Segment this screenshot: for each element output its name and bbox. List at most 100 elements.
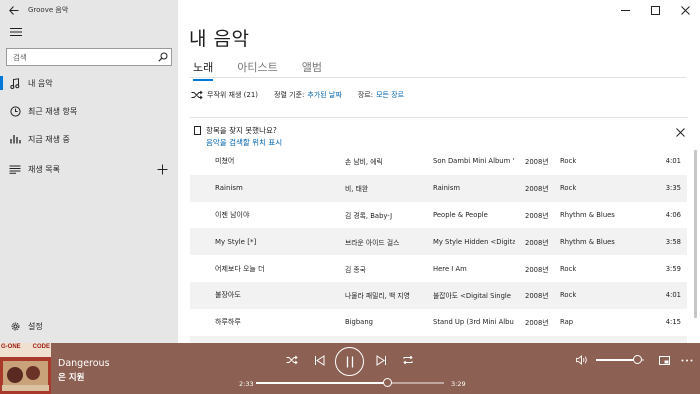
song-row[interactable]: 어제보다 오늘 더 김 종국 Here I Am 2008년 Rock 3:59 (190, 255, 687, 282)
maximize-button[interactable] (640, 0, 670, 20)
next-button[interactable] (371, 351, 391, 369)
hamburger-menu-button[interactable] (9, 26, 23, 38)
song-row[interactable]: 불장아도 나물라 패밀리, 백 지영 불잡아도 <Digital Single 200… (190, 281, 687, 309)
song-artist: 손 남비, 에릭 (345, 158, 383, 167)
song-genre: Rock (560, 264, 577, 273)
search-placeholder: 검색 (13, 52, 27, 62)
window-controls (610, 0, 700, 20)
maximize-icon (650, 5, 660, 15)
song-duration: 4:01 (665, 157, 681, 166)
sidebar-item-now-playing[interactable]: 지금 재생 중 (0, 126, 178, 152)
now-playing-title[interactable]: Dangerous (58, 358, 110, 369)
volume-button[interactable] (572, 351, 592, 369)
genre-dropdown[interactable]: 모든 장르 (376, 90, 404, 100)
notice-close-button[interactable] (676, 128, 688, 140)
song-row[interactable]: 이젠 남이야 김 경록, Baby-J People & People 2008년 Rh… (190, 202, 687, 229)
song-row[interactable]: 하루하루 Bigbang Stand Up (3rd Mini Albu 2008년 R… (190, 309, 687, 336)
sidebar-item-playlists[interactable]: 재생 목록 (0, 156, 178, 182)
list-icon (7, 165, 23, 174)
previous-button[interactable] (309, 351, 329, 369)
volume-slider[interactable] (596, 355, 644, 364)
minimize-icon (620, 9, 630, 11)
song-artist: 나물라 패밀리, 백 지영 (345, 292, 410, 301)
song-row[interactable]: 미쳤어 손 남비, 에릭 Son Dambi Mini Album ' 2008년 Ro… (190, 148, 687, 175)
scrollbar[interactable] (694, 150, 697, 318)
pause-icon (346, 356, 353, 367)
song-title: 미쳤어 (215, 157, 235, 166)
song-genre: Rhythm & Blues (560, 237, 615, 246)
song-artist: 비, 태완 (345, 185, 369, 194)
seek-bar-progress (256, 382, 388, 384)
volume-handle[interactable] (632, 355, 642, 364)
song-album: Here I Am (433, 264, 467, 273)
add-playlist-button[interactable] (155, 156, 169, 182)
shuffle-icon (286, 355, 298, 365)
speaker-icon (575, 355, 587, 365)
page-title: 내 음악 (189, 28, 250, 50)
song-duration: 4:15 (665, 318, 681, 327)
song-artist: 김 종국 (345, 265, 366, 274)
song-title: 이젠 남이야 (215, 210, 250, 219)
music-note-icon (7, 77, 23, 89)
song-title: Rainism (215, 184, 243, 193)
sidebar: Groove 음악 검색 내 음악 최근 재생 항목 지금 재생 중 재생 목록 (0, 0, 178, 343)
close-button[interactable] (670, 0, 700, 20)
song-album: My Style Hidden <Digita (433, 237, 515, 246)
hamburger-icon (10, 28, 22, 36)
next-icon (376, 354, 386, 366)
song-duration: 4:01 (665, 291, 681, 300)
now-playing-artist[interactable]: 은 지원 (58, 371, 84, 383)
song-title: 어제보다 오늘 더 (215, 264, 265, 273)
pause-button[interactable] (335, 347, 364, 376)
mini-view-button[interactable] (654, 351, 674, 369)
sidebar-item-settings[interactable]: 설정 (0, 313, 178, 339)
search-button[interactable] (155, 49, 171, 65)
song-toolbar: 무작위 재생 (21) 정렬 기준: 추가된 날짜 장르: 모든 장르 (191, 90, 404, 100)
song-genre: Rock (560, 157, 577, 166)
shuffle-icon (191, 90, 203, 100)
song-artist: 브라운 아이드 걸스 (345, 238, 400, 247)
clock-icon (7, 105, 23, 117)
sort-dropdown[interactable]: 추가된 날짜 (307, 90, 341, 100)
back-arrow-icon (9, 5, 19, 15)
song-title: 하루하루 (215, 318, 241, 327)
repeat-icon (403, 355, 413, 365)
song-list: 미쳤어 손 남비, 에릭 Son Dambi Mini Album ' 2008년 Ro… (190, 148, 687, 343)
notice-location-link[interactable]: 음악을 검색할 위치 표시 (206, 137, 282, 148)
song-title: 불장아도 (215, 291, 241, 300)
tab-divider (189, 77, 686, 78)
back-button[interactable] (0, 0, 28, 20)
more-options-button[interactable] (677, 351, 697, 369)
search-icon (158, 52, 168, 62)
album-art[interactable]: G-ONE CODE (0, 343, 51, 394)
player-bar: G-ONE CODE Dangerous 은 지원 2:33 3:29 (0, 343, 700, 394)
song-title: My Style [*] (215, 237, 257, 246)
more-icon (681, 359, 693, 361)
song-album: 불잡아도 <Digital Single (433, 292, 511, 301)
sidebar-item-label: 지금 재생 중 (28, 134, 70, 144)
shuffle-button[interactable] (282, 351, 302, 369)
song-row[interactable] (190, 335, 687, 343)
song-genre: Rhythm & Blues (560, 210, 615, 219)
sidebar-item-label: 재생 목록 (28, 164, 60, 174)
seek-handle[interactable] (383, 378, 393, 387)
seek-bar[interactable] (256, 378, 444, 387)
elapsed-time: 2:33 (239, 380, 254, 388)
song-row[interactable]: My Style [*] 브라운 아이드 걸스 My Style Hidden <D… (190, 228, 687, 256)
album-art-text: CODE (32, 344, 50, 350)
song-row[interactable]: Rainism 비, 태완 Rainism 2008년 Rock 3:35 (190, 174, 687, 202)
song-duration: 4:06 (665, 210, 681, 219)
repeat-button[interactable] (398, 351, 418, 369)
song-genre: Rock (560, 291, 577, 300)
notice-question: 항목을 찾지 못했나요? (206, 126, 277, 135)
shuffle-all-button[interactable]: 무작위 재생 (21) (207, 90, 258, 100)
search-input[interactable]: 검색 (6, 48, 172, 66)
previous-icon (314, 354, 324, 366)
song-year: 2008년 (525, 211, 549, 220)
sidebar-item-recent[interactable]: 최근 재생 항목 (0, 98, 178, 124)
song-genre: Rap (560, 318, 574, 327)
sidebar-item-my-music[interactable]: 내 음악 (0, 70, 178, 96)
mini-player-icon (658, 355, 670, 365)
song-year: 2008년 (525, 265, 549, 274)
minimize-button[interactable] (610, 0, 640, 20)
